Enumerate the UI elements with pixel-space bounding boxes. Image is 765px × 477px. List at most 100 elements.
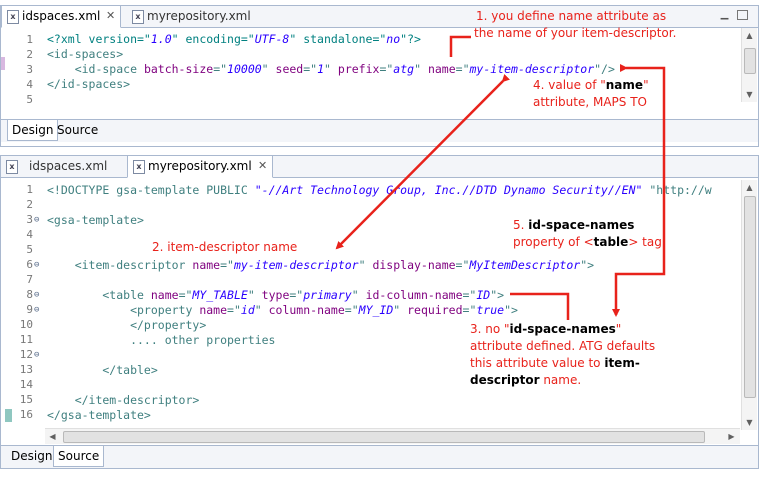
xml-file-icon: x [6,160,18,174]
scroll-up-icon[interactable]: ▲ [742,180,757,195]
code-token: " [324,62,338,76]
code-line[interactable]: <property name="id" column-name="MY_ID" … [47,303,518,317]
tab-design[interactable]: Design [7,120,59,141]
fold-toggle-icon[interactable]: ⊖ [34,215,39,225]
code-token: </gsa-template> [47,408,151,422]
bottom-horizontal-scrollbar[interactable]: ◀ ▶ [45,428,740,444]
code-token: "?> [400,32,421,46]
code-token: </item-descriptor> [47,393,200,407]
code-line[interactable]: </property> [47,318,206,332]
code-line[interactable]: .... other properties [47,333,275,347]
tab-source[interactable]: Source [53,446,105,467]
bottom-design-source-tabs: Design Source [1,445,758,468]
code-token: name [199,303,228,317]
code-line[interactable]: <gsa-template> [47,213,144,227]
tab-idspaces-xml[interactable]: x idspaces.xml ✕ [1,5,121,28]
code-line[interactable]: <!DOCTYPE gsa-template PUBLIC "-//Art Te… [47,183,712,197]
scroll-down-icon[interactable]: ▼ [742,87,757,102]
annotation-2: 2. item-descriptor name [152,240,298,254]
code-token: " [254,303,269,317]
tab-myrepository-xml[interactable]: x myrepository.xml ✕ [127,155,273,178]
code-token: "> [490,288,505,302]
fold-toggle-icon[interactable]: ⊖ [34,350,39,360]
code-token: my-item-descriptor [469,62,595,76]
line-number: 1 [26,183,33,196]
tab-myrepository-xml[interactable]: x myrepository.xml [127,6,267,26]
line-number: 16 [19,408,33,421]
code-token: " [414,62,428,76]
code-line[interactable]: </item-descriptor> [47,393,200,407]
line-number: 9 [26,303,33,316]
code-token: name [150,288,179,302]
code-line[interactable]: </id-spaces> [47,77,130,91]
xml-file-icon: x [133,160,145,174]
bottom-vertical-scrollbar[interactable]: ▲ ▼ [741,180,757,430]
code-token: seed [275,62,304,76]
code-token: " [261,62,276,76]
code-line[interactable]: <table name="MY_TABLE" type="primary" id… [47,288,504,302]
line-number: 11 [19,333,33,346]
minimize-icon[interactable]: ▁ [719,10,730,20]
code-line[interactable]: <id-spaces> [47,47,123,61]
code-token: " encoding=" [171,32,255,46]
scroll-thumb[interactable] [744,48,756,74]
code-token: <table [47,288,151,302]
code-line[interactable]: <item-descriptor name="my-item-descripto… [47,258,594,272]
line-number: 5 [26,243,33,256]
code-token: </property> [47,318,207,332]
scroll-thumb[interactable] [744,196,756,398]
top-gutter: 1 2 3 4 5 [1,28,45,106]
code-token: name [192,258,221,272]
fold-toggle-icon[interactable]: ⊖ [34,260,39,270]
line-number: 2 [26,48,33,61]
tab-source[interactable]: Source [53,120,102,140]
maximize-icon[interactable] [737,10,748,20]
scroll-right-icon[interactable]: ▶ [724,429,739,444]
code-line[interactable]: <?xml version="1.0" encoding="UTF-8" sta… [47,32,421,46]
code-token: <!DOCTYPE gsa-template PUBLIC [47,183,255,197]
code-token: =" [303,62,318,76]
code-token: <item-descriptor [47,258,193,272]
code-token: "/> [594,62,615,76]
code-token: MY_TABLE [192,288,248,302]
code-token: <id-spaces> [47,47,124,61]
code-token: column-name [268,303,345,317]
scroll-thumb[interactable] [63,431,705,443]
code-line[interactable]: </gsa-template> [47,408,151,422]
code-token: =" [379,62,394,76]
code-token: <property [47,303,200,317]
top-vertical-scrollbar[interactable]: ▲ ▼ [741,28,757,102]
line-number: 14 [19,378,33,391]
bottom-editor-tabbar: x idspaces.xml x myrepository.xml ✕ [1,155,758,178]
annotation-4: 4. value of "name" attribute, MAPS TO [533,78,649,109]
code-token: atg [393,62,415,76]
close-tab-icon[interactable]: ✕ [106,6,115,26]
scroll-left-icon[interactable]: ◀ [45,429,60,444]
code-token: =" [455,258,470,272]
scroll-down-icon[interactable]: ▼ [742,415,757,430]
code-token: type [261,288,290,302]
line-number: 8 [26,288,33,301]
code-token: =" [462,288,477,302]
fold-toggle-icon[interactable]: ⊖ [34,305,39,315]
scroll-up-icon[interactable]: ▲ [742,28,757,43]
annotation-3: 3. no "id-space-names" attribute defined… [470,322,656,387]
xml-file-icon: x [7,10,19,24]
line-number: 3 [26,213,33,226]
code-token: 1 [317,62,325,76]
tab-design[interactable]: Design [7,446,56,466]
code-line[interactable]: <id-space batch-size="10000" seed="1" pr… [47,62,615,76]
line-number: 4 [26,228,33,241]
tab-idspaces-xml[interactable]: x idspaces.xml [1,156,119,176]
code-line[interactable]: </table> [47,363,157,377]
code-token: =" [220,258,234,272]
code-token: true [476,303,505,317]
code-token: display-name [372,258,456,272]
code-token: =" [289,288,304,302]
line-number: 2 [26,198,33,211]
close-tab-icon[interactable]: ✕ [258,156,267,176]
fold-toggle-icon[interactable]: ⊖ [34,290,39,300]
code-token: "> [504,303,518,317]
code-token: batch-size [143,62,214,76]
bottom-editor-pane: x idspaces.xml x myrepository.xml ✕ 1 2 3 ⊖… [0,155,759,469]
